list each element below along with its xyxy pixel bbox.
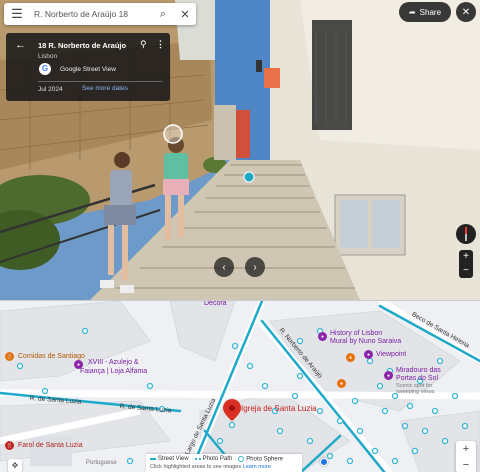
map-pane[interactable]: 🍴 Comidas de Santiago ● XVIII - Azulejo … [0,300,480,472]
location-title: 18 R. Norberto de Araújo [38,41,127,50]
poi-miradouro-desc2: sweeping views [396,389,435,395]
divider [38,81,162,82]
legend-street-view: Street View [150,456,189,462]
map-zoom-out-button[interactable]: − [456,457,476,472]
street-view-zoom-control: + − [459,250,473,278]
poi-portuguese: Portuguese [86,460,117,466]
search-input[interactable]: R. Norberto de Araújo 18 [30,9,152,19]
street-view-legend: Street View Photo Path Photo Sphere Clic… [146,454,302,472]
back-arrow-icon[interactable]: ← [15,39,26,51]
street-view-info-card: ← 18 R. Norberto de Araújo Lisbon ⚲ ⋮ G … [6,33,170,101]
legend-photo-sphere: Photo Sphere [238,456,283,463]
map-pin-icon[interactable]: ⚲ [140,39,147,50]
next-arrow-icon[interactable]: › [245,257,265,277]
restaurant-icon[interactable]: 🍴 [5,441,14,450]
poi-comidas-de-santiago[interactable]: Comidas de Santiago [18,353,85,360]
poi-azulejo-line1[interactable]: XVIII - Azulejo & [88,359,139,366]
poi-decora[interactable]: Decora [204,301,227,307]
menu-icon[interactable]: ☰ [4,3,30,25]
zoom-in-button[interactable]: + [459,250,473,264]
restaurant-icon[interactable]: ● [337,379,346,388]
search-icon[interactable]: ⌕ [152,3,174,25]
close-icon[interactable]: ✕ [174,3,196,25]
location-city: Lisbon [38,53,58,60]
restaurant-icon[interactable]: 🍴 [5,352,14,361]
poi-history-line2[interactable]: Mural by Nuno Saraiva [330,338,401,345]
compass-icon[interactable] [456,224,476,244]
poi-miradouro-line1[interactable]: Miradouro das [396,367,441,374]
imagery-provider: Google Street View [60,66,116,73]
selected-place-label[interactable]: Igreja de Santa Luzia [241,404,317,413]
poi-farol-de-santa-luzia[interactable]: Farol de Santa Luzia [18,442,83,449]
scenic-spot-icon[interactable]: ● [384,371,393,380]
street-view-pane[interactable]: ☰ R. Norberto de Araújo 18 ⌕ ✕ ← 18 R. N… [0,0,480,300]
legend-hint: Click highlighted areas to see images Le… [150,463,271,470]
poi-miradouro-line2[interactable]: Portas do Sol [396,375,438,382]
pan-control-icon[interactable]: ✥ [8,459,22,472]
poi-history-line1[interactable]: History of Lisbon [330,330,382,337]
poi-azulejo-line2[interactable]: Faiança | Loja Alfama [80,368,147,375]
share-button[interactable]: ➦ Share [399,2,451,22]
previous-arrow-icon[interactable]: ‹ [214,257,234,277]
map-zoom-in-button[interactable]: + [456,441,476,457]
cafe-icon[interactable]: ● [346,353,355,362]
share-icon: ➦ [408,7,416,17]
viewpoint-icon[interactable]: ● [364,350,373,359]
close-street-view-button[interactable]: ✕ [456,2,476,22]
museum-icon[interactable]: ● [318,332,327,341]
poi-viewpoint[interactable]: Viewpoint [376,351,406,358]
share-label: Share [419,7,442,17]
google-logo-icon: G [39,63,51,75]
zoom-out-button[interactable]: − [459,264,473,278]
learn-more-link[interactable]: Learn more [243,464,271,470]
map-zoom-control: + − [456,441,476,472]
see-more-dates-link[interactable]: See more dates [82,85,128,92]
more-options-icon[interactable]: ⋮ [156,39,165,50]
search-bar[interactable]: ☰ R. Norberto de Araújo 18 ⌕ ✕ [4,3,196,25]
legend-photo-path: Photo Path [194,456,232,462]
current-location-icon[interactable] [320,458,328,466]
app-root: ☰ R. Norberto de Araújo 18 ⌕ ✕ ← 18 R. N… [0,0,480,472]
capture-date: Jul 2024 [38,86,63,93]
